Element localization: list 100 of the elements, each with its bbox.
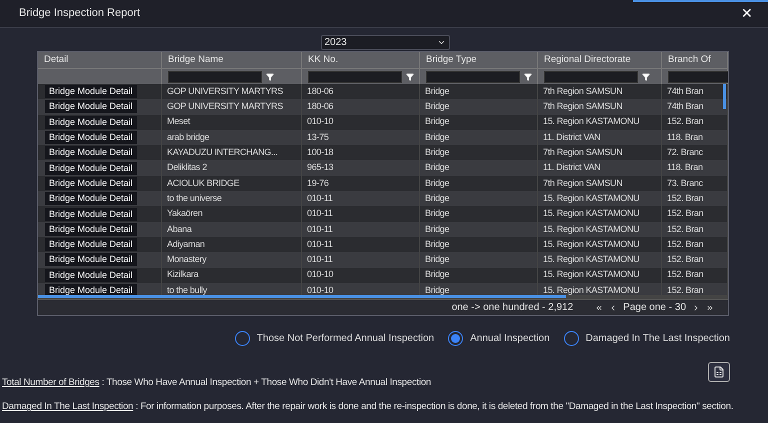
detail-button[interactable]: Bridge Module Detail — [45, 268, 137, 282]
table-cell: to the bully — [167, 284, 207, 295]
next-page-icon[interactable] — [692, 304, 700, 312]
radio-button[interactable] — [448, 331, 464, 346]
filter-icon[interactable] — [406, 72, 414, 80]
filter-field[interactable] — [544, 70, 638, 82]
table-cell: 010-10 — [307, 284, 334, 295]
detail-button[interactable]: Bridge Module Detail — [45, 176, 137, 190]
note-term-link[interactable]: Total Number of Bridges — [2, 376, 100, 390]
table-cell-text: Bridge — [425, 84, 450, 98]
table-cell-text: Bridge — [425, 238, 450, 251]
table-cell-text: 7th Region SAMSUN — [543, 100, 622, 114]
table-cell-text: Kizilkara — [167, 268, 198, 282]
last-page-icon[interactable] — [706, 304, 714, 312]
table-cell-text: 7th Region SAMSUN — [543, 84, 622, 98]
table-cell-text: 15. Region KASTAMONU — [543, 222, 640, 236]
table-cell-text: 152. Bran — [667, 253, 704, 266]
table-cell-text: 118. Bran — [667, 130, 703, 144]
detail-button[interactable]: Bridge Module Detail — [45, 116, 137, 129]
table-cell-text: 010-10 — [307, 115, 334, 128]
radio-button[interactable] — [564, 331, 579, 346]
table-cell-text: 7th Region SAMSUN — [543, 176, 622, 190]
close-button[interactable]: ✕ — [741, 3, 753, 24]
filter-field[interactable] — [308, 70, 402, 82]
detail-button[interactable]: Bridge Module Detail — [45, 222, 137, 236]
pager-summary: one -> one hundred - 2,912 — [452, 301, 574, 315]
table-cell-text: KAYADUZU INTERCHANG... — [167, 146, 278, 160]
table-cell-text: 180-06 — [307, 84, 334, 98]
table-cell-text: GOP UNIVERSITY MARTYRS — [167, 84, 283, 98]
table-cell-text: 74th Bran — [667, 100, 704, 114]
table-cell: 15. Region KASTAMONU — [543, 284, 640, 295]
table-cell-text: Bridge — [425, 161, 450, 174]
table-cell-text: 11. District VAN — [543, 130, 600, 144]
note-term-link[interactable]: Damaged In The Last Inspection — [2, 400, 134, 414]
table-cell-text: Deliklitas 2 — [167, 161, 207, 174]
table-cell-text: Bridge — [425, 268, 450, 282]
table-cell-text: 100-18 — [307, 146, 334, 160]
table-cell-text: Meset — [167, 115, 190, 128]
chevron-down-icon — [436, 38, 446, 47]
radio-label[interactable]: Damaged In The Last Inspection — [586, 331, 730, 346]
radio-button[interactable] — [234, 331, 250, 346]
table-cell-text: 15. Region KASTAMONU — [543, 207, 640, 220]
table-cell-text: 118. Bran — [667, 161, 703, 174]
detail-button[interactable]: Bridge Module Detail — [45, 192, 137, 206]
table-cell: 152. Bran — [667, 284, 704, 295]
table-cell: Bridge — [425, 284, 450, 295]
excel-export-button[interactable] — [708, 362, 730, 382]
table-cell-text: 010-11 — [307, 222, 333, 236]
table-cell-text: Yakaören — [167, 207, 202, 220]
filter-field[interactable] — [426, 70, 520, 82]
table-cell-text: 15. Region KASTAMONU — [543, 115, 640, 128]
note-text: : Those Who Have Annual Inspection + Those Who Didn't Have Annual Inspection — [100, 376, 432, 390]
first-page-icon[interactable] — [595, 304, 604, 312]
radio-label[interactable]: Annual Inspection — [470, 331, 550, 346]
detail-button[interactable]: Bridge Module Detail — [45, 253, 137, 266]
detail-button[interactable]: Bridge Module Detail — [45, 208, 137, 221]
detail-button[interactable]: Bridge Module Detail — [45, 284, 137, 295]
table-cell-text: 010-11 — [307, 192, 333, 205]
table-cell-text: Bridge — [425, 146, 450, 160]
table-cell-text: 152. Bran — [667, 268, 704, 282]
year-select[interactable]: 2023 — [320, 35, 450, 50]
note-text: : For information purposes. After the repair work is done and the re-inspection is done, it is deleted from the "Damaged in the Last Inspection" section. — [134, 400, 734, 414]
window-title: Bridge Inspection Report — [19, 6, 140, 22]
table-cell-text: 15. Region KASTAMONU — [543, 192, 640, 205]
detail-button[interactable]: Bridge Module Detail — [45, 100, 137, 114]
table-cell-text: Bridge — [425, 222, 450, 236]
table-cell-text: 965-13 — [307, 161, 334, 174]
detail-button[interactable]: Bridge Module Detail — [45, 146, 137, 160]
table-cell-text: Bridge — [425, 130, 450, 144]
table-cell-text: 010-10 — [307, 268, 334, 282]
table-cell-text: 152. Bran — [667, 207, 704, 220]
table-cell-text: 73. Branc — [667, 176, 703, 190]
table-cell-text: 152. Bran — [667, 238, 704, 251]
detail-button[interactable]: Bridge Module Detail — [45, 85, 137, 98]
table-cell-text: Adiyaman — [167, 238, 205, 251]
table-cell-text: 152. Bran — [667, 192, 704, 205]
detail-button[interactable]: Bridge Module Detail — [45, 131, 137, 144]
detail-button[interactable]: Bridge Module Detail — [45, 162, 137, 175]
table-cell-text: 74th Bran — [667, 84, 704, 98]
table-cell-text: 010-11 — [307, 238, 333, 251]
detail-button[interactable]: Bridge Module Detail — [45, 238, 137, 252]
radio-label[interactable]: Those Not Performed Annual Inspection — [256, 331, 434, 346]
table-cell-text: 180-06 — [307, 100, 334, 114]
table-cell-text: 15. Region KASTAMONU — [543, 268, 640, 282]
table-cell-text: Bridge — [425, 176, 450, 190]
table-cell-text: Bridge — [425, 115, 450, 128]
filter-field[interactable] — [168, 70, 262, 82]
table-cell-text: Bridge — [425, 100, 450, 114]
filter-icon[interactable] — [266, 72, 274, 80]
spreadsheet-icon — [713, 366, 725, 378]
table-cell-text: 15. Region KASTAMONU — [543, 253, 640, 266]
filter-icon[interactable] — [524, 72, 532, 80]
table-cell-text: Bridge — [425, 253, 450, 266]
table-cell-text: Bridge — [425, 207, 450, 220]
table-cell-text: 010-11 — [307, 207, 333, 220]
table-cell-text: 15. Region KASTAMONU — [543, 238, 640, 251]
page-indicator: Page one - 30 — [623, 301, 686, 315]
table-cell-text: 152. Bran — [667, 115, 704, 128]
table-cell-text: Monastery — [167, 253, 206, 266]
filter-icon[interactable] — [642, 72, 650, 80]
